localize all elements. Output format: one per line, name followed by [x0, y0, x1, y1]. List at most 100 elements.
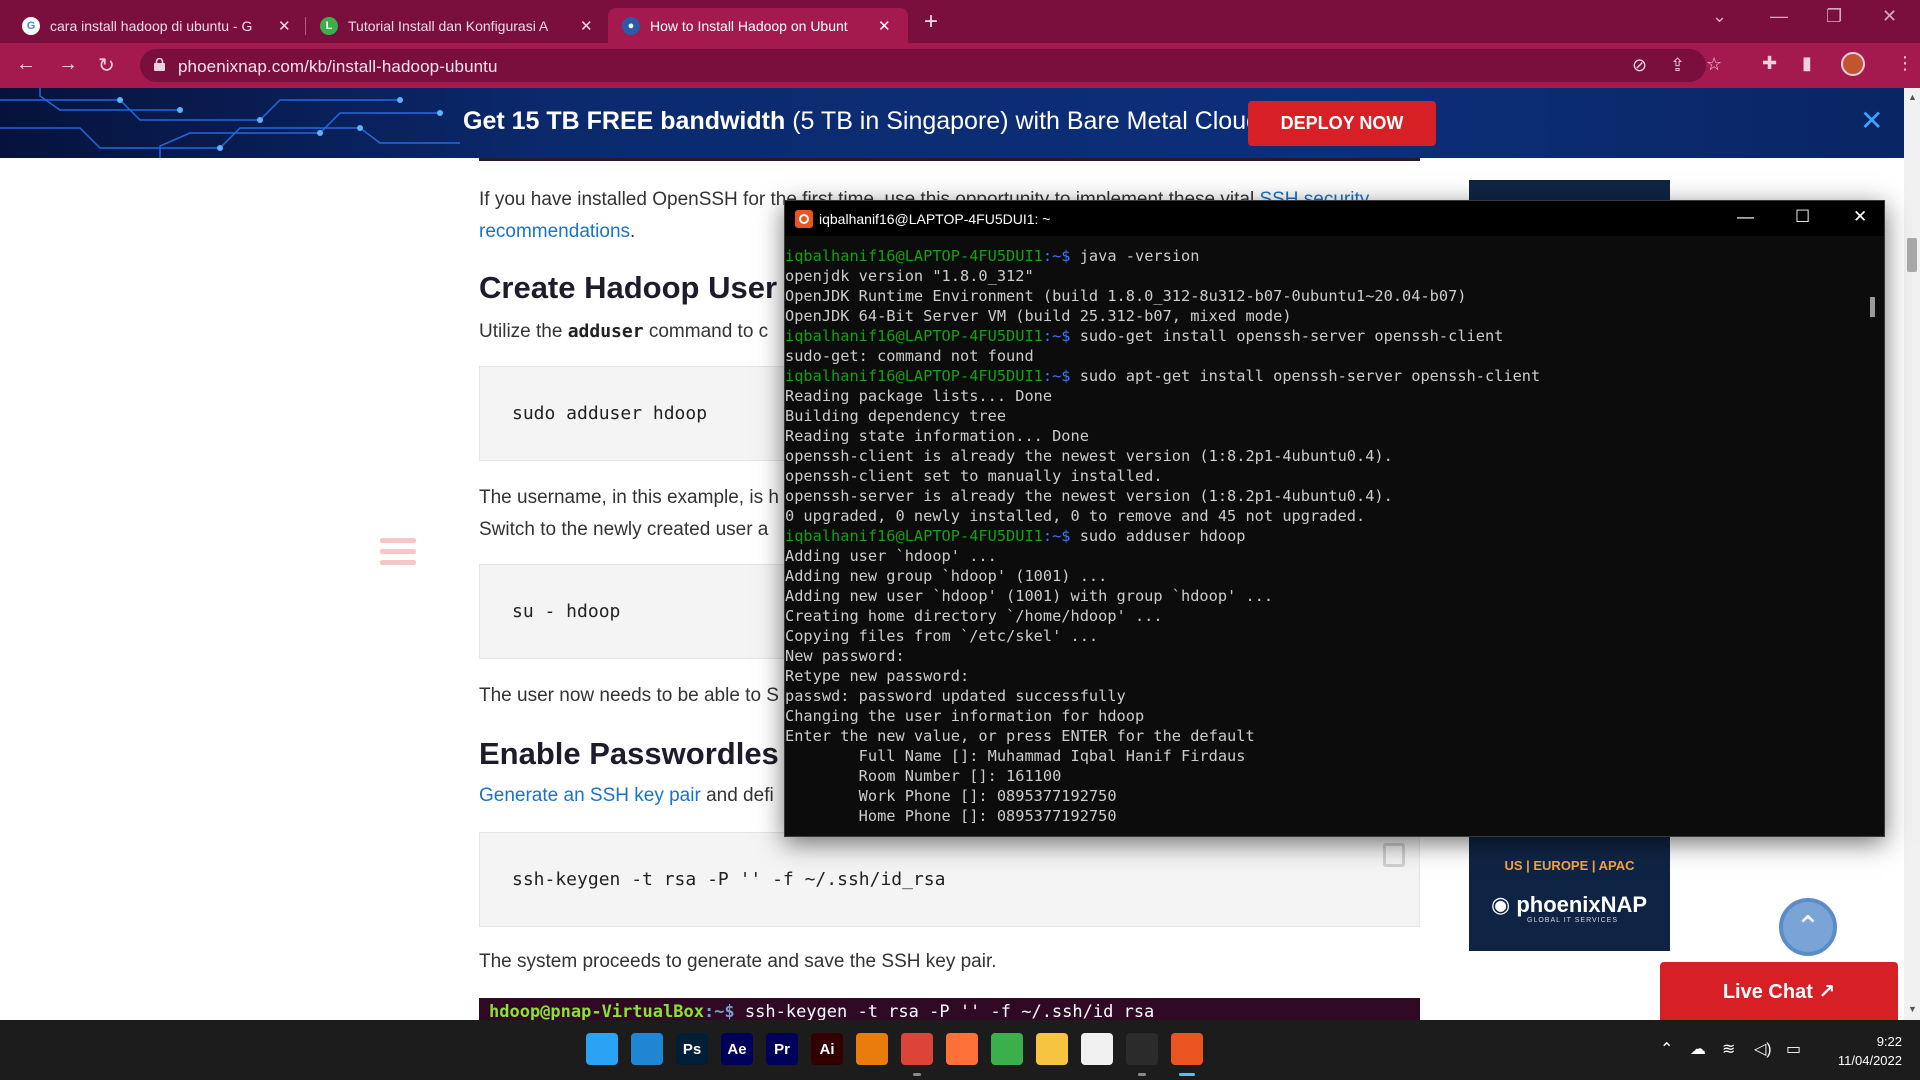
- tab-title: cara install hadoop di ubuntu - G: [50, 17, 253, 34]
- terminal-output[interactable]: iqbalhanif16@LAPTOP-4FU5DUI1:~$ java -ve…: [785, 246, 1863, 834]
- code-text: su - hdoop: [512, 601, 621, 622]
- after-effects-icon[interactable]: Ae: [721, 1033, 753, 1065]
- terminal-line: Adding user `hdoop' ...: [785, 546, 1863, 566]
- output-text: Adding new group `hdoop' (1001) ...: [785, 567, 1108, 585]
- phoenixnap-icon: ●: [622, 16, 640, 35]
- paragraph-ssh: The user now needs to be able to S: [479, 685, 779, 706]
- prompt-path: :~$: [703, 1002, 735, 1020]
- address-bar[interactable]: phoenixnap.com/kb/install-hadoop-ubuntu …: [140, 49, 1722, 82]
- menu-kebab-icon[interactable]: ⋮: [1896, 53, 1914, 74]
- tab-google-search[interactable]: G cara install hadoop di ubuntu - G ✕: [8, 8, 291, 43]
- ubuntu-icon[interactable]: [1171, 1033, 1203, 1065]
- running-indicator: [913, 1073, 921, 1076]
- windows-start-icon[interactable]: [586, 1033, 618, 1065]
- photoshop-icon[interactable]: Ps: [676, 1033, 708, 1065]
- file-explorer-icon[interactable]: [1036, 1033, 1068, 1065]
- tab-close-icon[interactable]: ✕: [580, 17, 593, 35]
- wifi-icon[interactable]: ≋: [1722, 1039, 1735, 1059]
- chrome-icon[interactable]: [901, 1033, 933, 1065]
- terminal-icon[interactable]: [1126, 1033, 1158, 1065]
- edge-icon[interactable]: [991, 1033, 1023, 1065]
- terminal-titlebar[interactable]: iqbalhanif16@LAPTOP-4FU5DUI1: ~ — ☐ ✕: [785, 201, 1884, 236]
- chevron-up-icon[interactable]: ⌃: [1660, 1039, 1673, 1059]
- share-icon[interactable]: ⇪: [1670, 55, 1685, 76]
- output-text: Room Number []: 161100: [785, 767, 1062, 785]
- phoenixnap-logo: ◉ phoenixNAP: [1491, 892, 1648, 917]
- table-of-contents-icon[interactable]: [380, 538, 416, 571]
- lock-icon: [154, 58, 165, 71]
- cloud-icon[interactable]: ☁: [1690, 1039, 1706, 1059]
- terminal-line: iqbalhanif16@LAPTOP-4FU5DUI1:~$ java -ve…: [785, 246, 1863, 266]
- banner-close-icon[interactable]: ✕: [1860, 104, 1883, 137]
- terminal-title: iqbalhanif16@LAPTOP-4FU5DUI1: ~: [819, 211, 1051, 227]
- terminal-window[interactable]: iqbalhanif16@LAPTOP-4FU5DUI1: ~ — ☐ ✕ iq…: [784, 200, 1885, 837]
- vscode-icon[interactable]: [631, 1033, 663, 1065]
- system-clock[interactable]: 9:22 11/04/2022: [1822, 1032, 1902, 1070]
- tab-tutorial[interactable]: L Tutorial Install dan Konfigurasi A ✕: [306, 8, 593, 43]
- tab-search-icon[interactable]: ⌄: [1712, 6, 1727, 27]
- side-panel-icon[interactable]: ▮: [1802, 53, 1812, 74]
- eye-off-icon[interactable]: ⊘: [1632, 55, 1647, 76]
- logo-subtitle: GLOBAL IT SERVICES: [1527, 917, 1619, 924]
- volume-icon[interactable]: ◁): [1754, 1039, 1772, 1059]
- scroll-down-arrow[interactable]: ▼: [1908, 1004, 1917, 1014]
- terminal-line: Retype new password:: [785, 666, 1863, 686]
- output-text: openssh-client set to manually installed…: [785, 467, 1163, 485]
- code-block-ssh-keygen[interactable]: ssh-keygen -t rsa -P '' -f ~/.ssh/id_rsa: [479, 832, 1420, 927]
- terminal-line: Full Name []: Muhammad Iqbal Hanif Firda…: [785, 746, 1863, 766]
- image-bottom-edge: [479, 158, 1420, 161]
- deploy-now-button[interactable]: DEPLOY NOW: [1248, 101, 1436, 146]
- back-icon[interactable]: ←: [16, 53, 36, 76]
- tab-close-icon[interactable]: ✕: [278, 17, 291, 35]
- profile-avatar[interactable]: [1841, 52, 1865, 76]
- generate-ssh-key-link[interactable]: Generate an SSH key pair: [479, 785, 701, 806]
- terminal-line: New password:: [785, 646, 1863, 666]
- copy-icon[interactable]: [1383, 843, 1405, 867]
- scroll-up-arrow[interactable]: ▲: [1908, 92, 1917, 102]
- output-text: Reading package lists... Done: [785, 387, 1053, 405]
- terminal-line: iqbalhanif16@LAPTOP-4FU5DUI1:~$ sudo add…: [785, 526, 1863, 546]
- terminal-line: Adding new group `hdoop' (1001) ...: [785, 566, 1863, 586]
- live-chat-button[interactable]: Live Chat ↗: [1660, 962, 1898, 1020]
- illustrator-icon[interactable]: Ai: [811, 1033, 843, 1065]
- terminal-line: iqbalhanif16@LAPTOP-4FU5DUI1:~$ sudo-get…: [785, 326, 1863, 346]
- terminal-maximize-icon[interactable]: ☐: [1795, 207, 1810, 227]
- terminal-minimize-icon[interactable]: —: [1737, 207, 1754, 227]
- restore-icon[interactable]: ❐: [1826, 6, 1842, 27]
- prompt-path: :~$: [1042, 247, 1071, 265]
- extensions-icon[interactable]: ✚: [1762, 53, 1777, 74]
- prompt-path: :~$: [1042, 367, 1071, 385]
- minimize-icon[interactable]: —: [1770, 6, 1788, 27]
- blender-icon[interactable]: [856, 1033, 888, 1065]
- battery-icon[interactable]: ▭: [1786, 1039, 1801, 1059]
- reload-icon[interactable]: ↻: [98, 53, 115, 78]
- scroll-to-top-button[interactable]: ⌃: [1779, 898, 1837, 956]
- l-logo-icon: L: [320, 16, 338, 35]
- prompt-user: iqbalhanif16@LAPTOP-4FU5DUI1: [785, 247, 1043, 265]
- close-window-icon[interactable]: ✕: [1882, 6, 1897, 27]
- code-text: ssh-keygen -t rsa -P '' -f ~/.ssh/id_rsa: [512, 869, 946, 890]
- output-text: Building dependency tree: [785, 407, 1007, 425]
- output-text: Full Name []: Muhammad Iqbal Hanif Firda…: [785, 747, 1246, 765]
- output-text: Work Phone []: 0895377192750: [785, 787, 1117, 805]
- premiere-icon[interactable]: Pr: [766, 1033, 798, 1065]
- scrollbar-thumb[interactable]: [1907, 238, 1917, 272]
- output-text: sudo-get: command not found: [785, 347, 1034, 365]
- bookmark-star-icon[interactable]: ☆: [1706, 54, 1722, 75]
- terminal-scrollbar-thumb[interactable]: [1870, 297, 1875, 317]
- microsoft-store-icon[interactable]: [1081, 1033, 1113, 1065]
- recommendations-link[interactable]: recommendations: [479, 221, 630, 242]
- firefox-icon[interactable]: [946, 1033, 978, 1065]
- terminal-close-icon[interactable]: ✕: [1853, 207, 1867, 227]
- tab-hadoop-article[interactable]: ● How to Install Hadoop on Ubunt ✕: [608, 8, 908, 43]
- heading-create-hadoop-user: Create Hadoop User: [479, 270, 778, 305]
- paragraph-adduser: Utilize the adduser command to c: [479, 316, 768, 348]
- page-scrollbar[interactable]: ▲ ▼: [1904, 88, 1920, 1020]
- output-text: Adding new user `hdoop' (1001) with grou…: [785, 587, 1274, 605]
- new-tab-button[interactable]: +: [924, 8, 938, 36]
- app-label: Ps: [682, 1040, 702, 1058]
- paragraph-username: The username, in this example, is h Switc…: [479, 482, 779, 546]
- tab-close-icon[interactable]: ✕: [878, 17, 891, 35]
- output-text: OpenJDK 64-Bit Server VM (build 25.312-b…: [785, 307, 1292, 325]
- forward-icon[interactable]: →: [58, 53, 78, 76]
